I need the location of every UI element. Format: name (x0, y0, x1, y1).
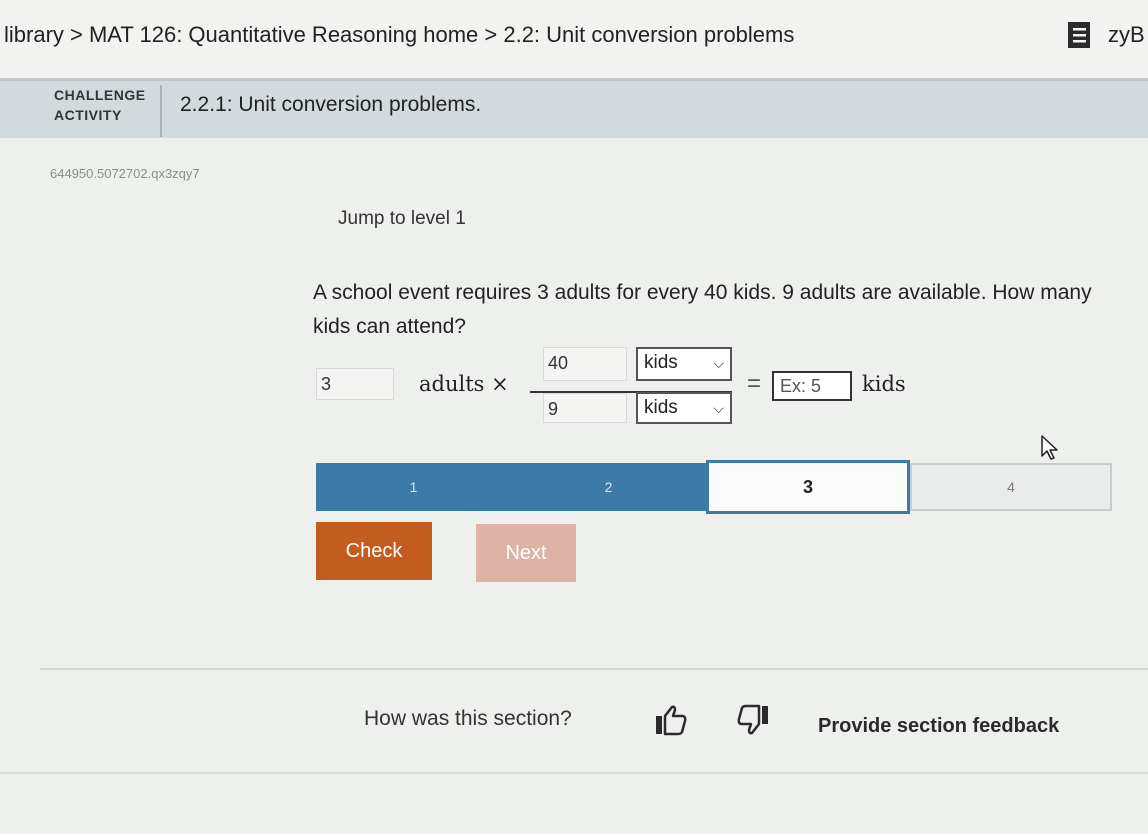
times-sign: × (491, 372, 509, 396)
question-text: A school event requires 3 adults for eve… (313, 281, 1092, 338)
level-1-label: 1 (409, 479, 418, 495)
denominator-unit-label: kids (644, 397, 678, 418)
level-2-label: 2 (604, 479, 613, 495)
numerator-value-input[interactable]: 40 (543, 347, 627, 381)
activity-header: CHALLENGE ACTIVITY 2.2.1: Unit conversio… (0, 78, 1148, 138)
breadcrumb[interactable]: library > MAT 126: Quantitative Reasonin… (4, 22, 794, 48)
answer-input[interactable]: Ex: 5 (772, 371, 852, 401)
brand-label: zyB (1108, 22, 1145, 47)
level-3-label: 3 (802, 476, 813, 497)
divider (40, 668, 1148, 670)
given-unit: adults × (419, 372, 509, 396)
provide-feedback-link[interactable]: Provide section feedback (818, 715, 1059, 738)
chevron-down-icon: ⌵ (713, 355, 724, 371)
activity-type: CHALLENGE ACTIVITY (54, 85, 162, 137)
bottom-divider (0, 772, 1148, 774)
level-2-step[interactable]: 2 (511, 463, 706, 511)
chevron-down-icon: ⌵ (713, 400, 724, 416)
book-icon[interactable] (1066, 20, 1092, 50)
equals-sign: = (747, 370, 762, 397)
numerator-unit-select[interactable]: kids ⌵ (636, 347, 732, 381)
given-unit-text: adults (419, 372, 485, 396)
activity-title: 2.2.1: Unit conversion problems. (180, 93, 482, 116)
thumbs-up-icon[interactable] (654, 704, 688, 736)
activity-id: 644950.5072702.qx3zqy7 (50, 166, 200, 181)
level-progress: 1 2 3 4 (316, 460, 1112, 514)
level-4-step[interactable]: 4 (910, 463, 1112, 511)
result-unit: kids (862, 372, 906, 396)
next-button[interactable]: Next (476, 524, 576, 582)
feedback-question: How was this section? (364, 707, 572, 730)
check-button[interactable]: Check (316, 522, 432, 580)
activity-type-line2: ACTIVITY (54, 107, 122, 123)
jump-to-level-button[interactable]: Jump to level 1 (338, 208, 466, 230)
denominator-unit-select[interactable]: kids ⌵ (636, 392, 732, 424)
level-4-label: 4 (1007, 479, 1015, 495)
mouse-cursor-icon (1041, 435, 1058, 460)
activity-type-line1: CHALLENGE (54, 87, 146, 103)
given-value: 3 (316, 368, 394, 400)
denominator-value-input[interactable]: 9 (543, 393, 627, 423)
thumbs-down-icon[interactable] (736, 704, 770, 736)
top-bar: library > MAT 126: Quantitative Reasonin… (0, 0, 1148, 78)
level-3-step[interactable]: 3 (706, 460, 910, 514)
level-1-step[interactable]: 1 (316, 463, 511, 511)
numerator-unit-label: kids (644, 352, 678, 373)
